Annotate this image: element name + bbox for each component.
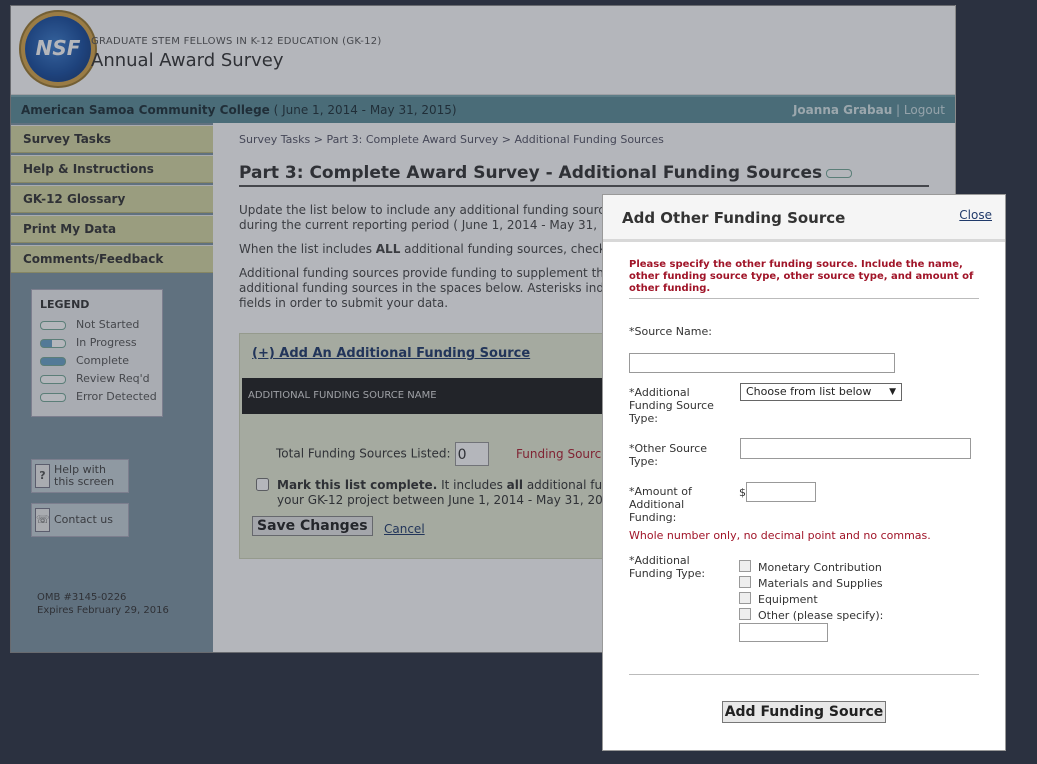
close-link[interactable]: Close	[959, 208, 992, 222]
add-funding-source-dialog: Add Other Funding Source Close Please sp…	[602, 194, 1006, 751]
other-specify-input[interactable]	[739, 623, 828, 642]
dialog-instructions: Please specify the other funding source.…	[629, 259, 974, 294]
checkbox-icon[interactable]	[739, 560, 751, 572]
source-name-label: *Source Name:	[629, 325, 712, 338]
checkbox-materials[interactable]: Materials and Supplies	[739, 576, 883, 590]
dialog-header: Add Other Funding Source Close	[603, 195, 1005, 242]
amount-input[interactable]	[746, 482, 816, 502]
checkbox-equipment[interactable]: Equipment	[739, 592, 818, 606]
other-source-type-input[interactable]	[740, 438, 971, 459]
dollar-sign: $	[739, 486, 746, 499]
checkbox-icon[interactable]	[739, 576, 751, 588]
funding-source-type-select[interactable]: Choose from list below ▼	[740, 383, 902, 401]
funding-source-type-label: *Additional Funding Source Type:	[629, 386, 714, 425]
dropdown-arrow-icon: ▼	[889, 387, 896, 397]
add-funding-source-button[interactable]: Add Funding Source	[722, 701, 886, 723]
funding-type-label: *Additional Funding Type:	[629, 554, 706, 580]
divider	[629, 298, 979, 299]
checkbox-icon[interactable]	[739, 608, 751, 620]
amount-label: *Amount of Additional Funding:	[629, 485, 692, 524]
checkbox-other[interactable]: Other (please specify):	[739, 608, 883, 622]
checkbox-monetary[interactable]: Monetary Contribution	[739, 560, 882, 574]
checkbox-icon[interactable]	[739, 592, 751, 604]
divider	[629, 674, 979, 675]
amount-hint: Whole number only, no decimal point and …	[629, 529, 931, 542]
source-name-input[interactable]	[629, 353, 895, 373]
other-source-type-label: *Other Source Type:	[629, 442, 708, 468]
dialog-title: Add Other Funding Source	[622, 209, 846, 227]
